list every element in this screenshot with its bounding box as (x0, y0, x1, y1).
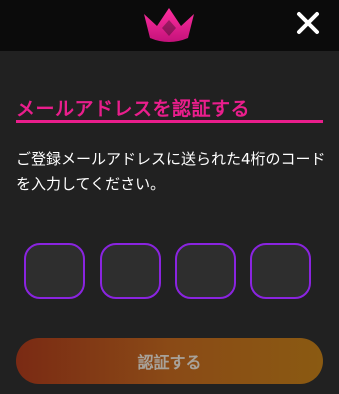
modal-header (0, 0, 339, 51)
code-input-group (24, 243, 316, 301)
crown-icon (144, 8, 194, 42)
code-digit-4-input[interactable] (250, 243, 311, 299)
close-icon[interactable] (295, 10, 321, 36)
code-digit-2-input[interactable] (100, 243, 161, 299)
code-digit-3-input[interactable] (175, 243, 236, 299)
instruction-text: ご登録メールアドレスに送られた4桁のコードを入力してください。 (16, 150, 326, 193)
verify-button[interactable]: 認証する (16, 338, 323, 384)
title-underline (16, 120, 323, 123)
code-digit-1-input[interactable] (24, 243, 85, 299)
modal-title: メールアドレスを認証する (16, 98, 251, 120)
verify-email-modal: メールアドレスを認証する ご登録メールアドレスに送られた4桁のコードを入力してく… (0, 0, 339, 394)
